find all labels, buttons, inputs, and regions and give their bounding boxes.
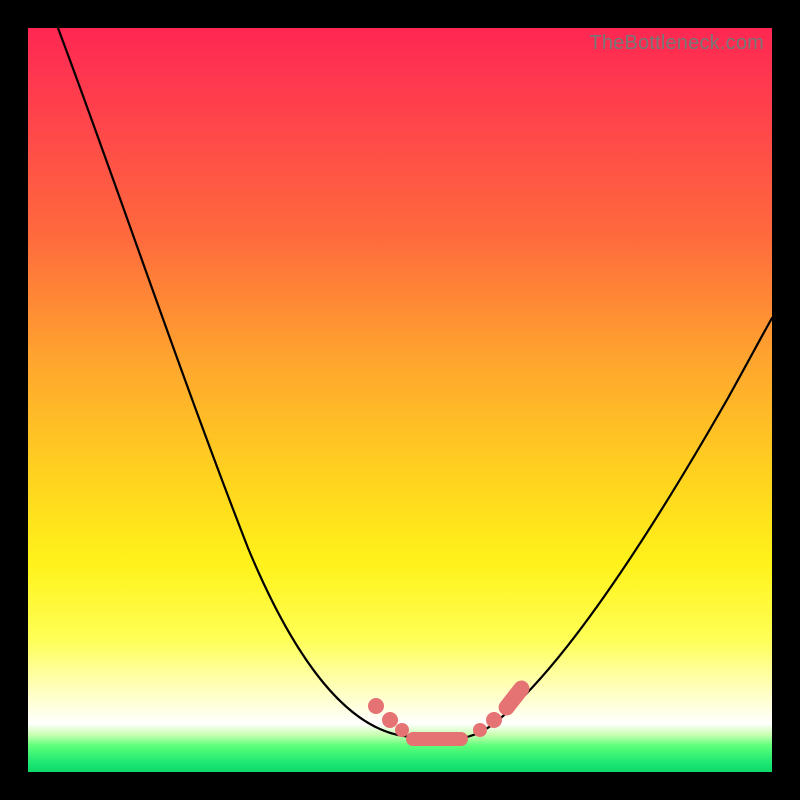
bottleneck-curve-right [448,318,772,739]
chart-frame: TheBottleneck.com [0,0,800,800]
curve-marker [486,712,502,728]
curve-marker [395,723,409,737]
curve-marker [368,698,384,714]
curve-layer [28,28,772,772]
curve-marker [382,712,398,728]
curve-marker-pill [406,732,468,746]
plot-area: TheBottleneck.com [28,28,772,772]
bottleneck-curve-left [58,28,448,739]
curve-marker-pill-diag [495,677,532,718]
curve-marker [473,723,487,737]
